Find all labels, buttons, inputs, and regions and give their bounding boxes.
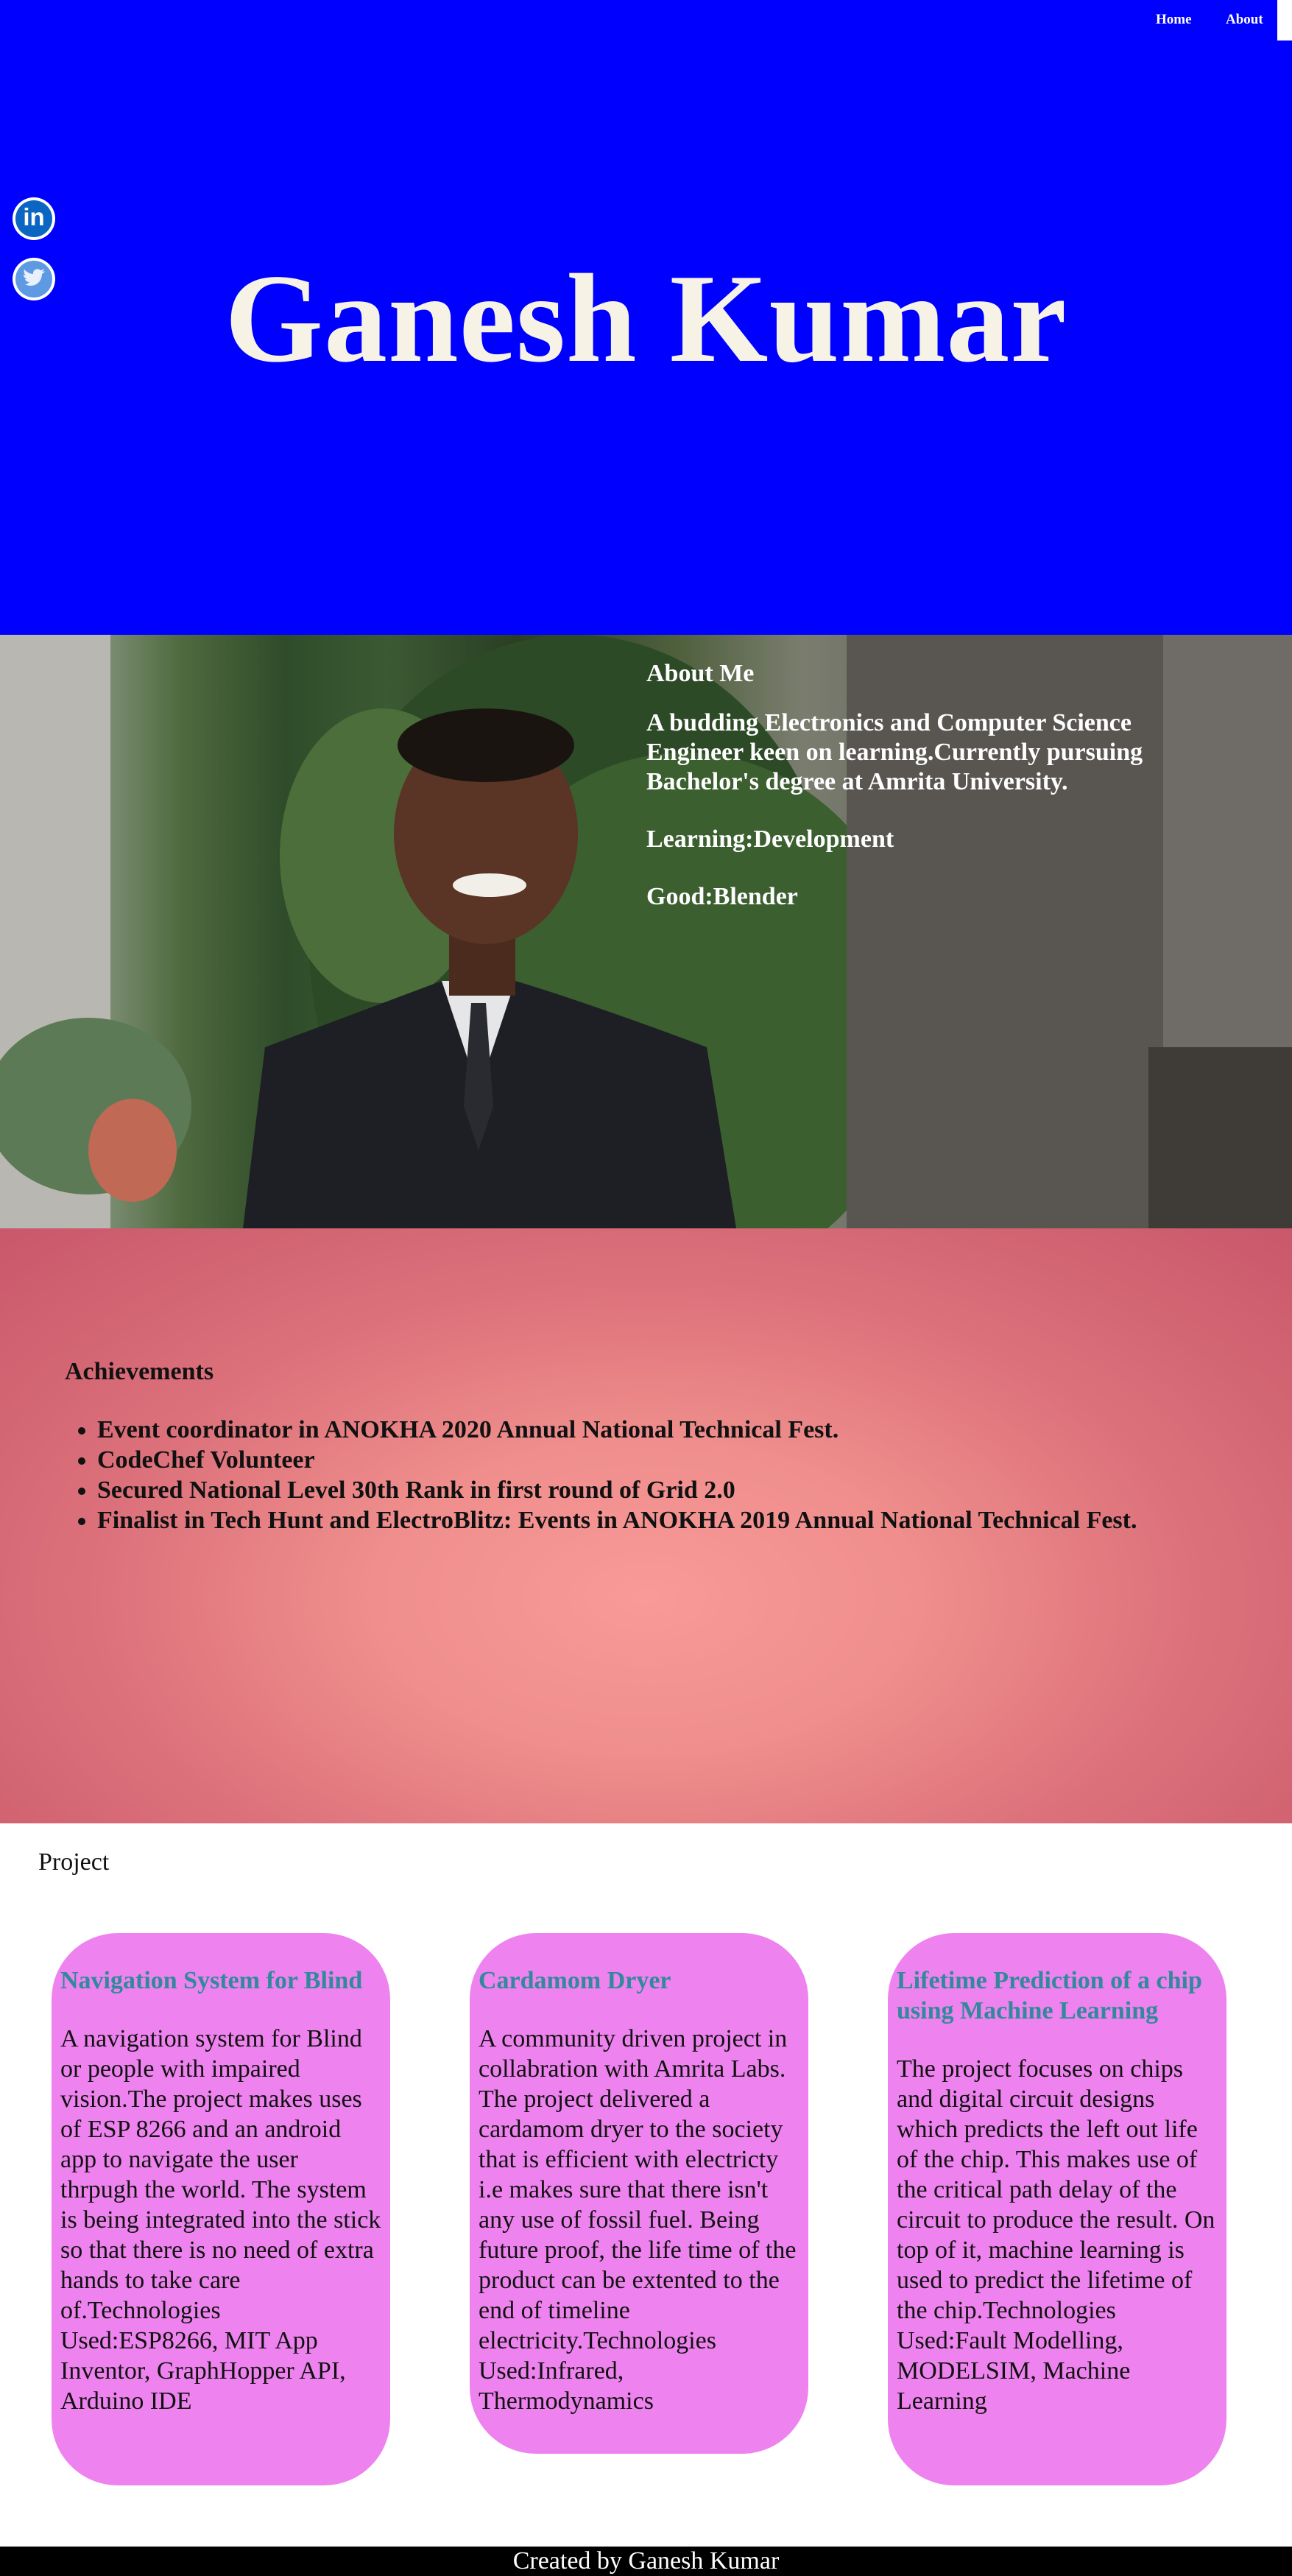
linkedin-link[interactable]: in	[13, 197, 55, 240]
projects-heading: Project	[38, 1848, 110, 1876]
project-card: Navigation System for Blind A navigation…	[52, 1933, 390, 2485]
nav-home-link[interactable]: Home	[1156, 12, 1192, 28]
project-card: Lifetime Prediction of a chip using Mach…	[888, 1933, 1226, 2485]
about-intro: A budding Electronics and Computer Scien…	[646, 709, 1143, 795]
footer-text: Created by Ganesh Kumar	[512, 2547, 780, 2575]
project-card-title: Navigation System for Blind	[60, 1967, 363, 1994]
about-good: Good:Blender	[646, 883, 798, 910]
project-card-title: Lifetime Prediction of a chip using Mach…	[897, 1967, 1202, 2024]
top-nav: Home About	[1130, 0, 1292, 41]
linkedin-glyph: in	[23, 203, 45, 230]
project-card: Cardamom Dryer A community driven projec…	[470, 1933, 808, 2454]
project-card-text: The project focuses on chips and digital…	[897, 2055, 1215, 2415]
achievements-section: Achievements Event coordinator in ANOKHA…	[0, 1228, 1292, 1823]
list-item: CodeChef Volunteer	[97, 1445, 1137, 1475]
about-text-block: About Me A budding Electronics and Compu…	[646, 660, 1206, 940]
list-item: Finalist in Tech Hunt and ElectroBlitz: …	[97, 1505, 1137, 1535]
list-item: Secured National Level 30th Rank in firs…	[97, 1475, 1137, 1505]
list-item: Event coordinator in ANOKHA 2020 Annual …	[97, 1415, 1137, 1445]
nav-edge	[1277, 0, 1292, 41]
about-section: About Me A budding Electronics and Compu…	[0, 635, 1292, 1228]
about-heading: About Me	[646, 660, 755, 687]
project-card-text: A navigation system for Blind or people …	[60, 2025, 381, 2415]
achievements-heading: Achievements	[65, 1358, 214, 1385]
project-card-title: Cardamom Dryer	[479, 1967, 671, 1994]
page-title: Ganesh Kumar	[225, 249, 1067, 389]
about-learning: Learning:Development	[646, 826, 894, 853]
nav-about-link[interactable]: About	[1226, 12, 1263, 28]
project-card-text: A community driven project in collabrati…	[479, 2025, 797, 2415]
footer: Created by Ganesh Kumar	[0, 2547, 1292, 2576]
achievements-list: Event coordinator in ANOKHA 2020 Annual …	[97, 1415, 1137, 1535]
hero-section: in Ganesh Kumar	[0, 0, 1292, 635]
